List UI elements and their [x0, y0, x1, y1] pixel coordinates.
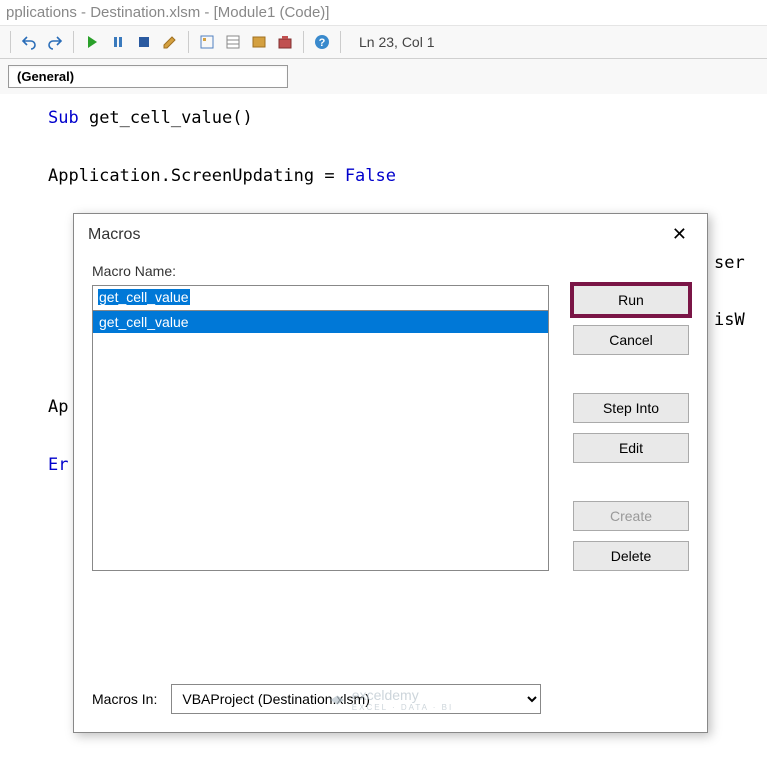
stop-icon[interactable] — [132, 30, 156, 54]
code-text: Application.ScreenUpdating = — [48, 166, 345, 186]
step-into-button[interactable]: Step Into — [573, 393, 689, 423]
properties-icon[interactable] — [221, 30, 245, 54]
cursor-position: Ln 23, Col 1 — [359, 34, 435, 50]
design-mode-icon[interactable] — [158, 30, 182, 54]
object-dropdown[interactable]: (General) — [8, 65, 288, 88]
macro-name-label: Macro Name: — [92, 263, 689, 279]
toolbar: ? Ln 23, Col 1 — [0, 26, 767, 59]
dialog-title: Macros — [88, 226, 140, 244]
redo-icon[interactable] — [43, 30, 67, 54]
cancel-button[interactable]: Cancel — [573, 325, 689, 355]
run-icon[interactable] — [80, 30, 104, 54]
close-icon[interactable]: ✕ — [666, 224, 693, 245]
object-dropdown-bar: (General) — [0, 59, 767, 94]
code-text: Ap — [48, 397, 68, 417]
code-editor[interactable]: Sub get_cell_value() Application.ScreenU… — [0, 94, 767, 201]
divider — [73, 31, 74, 53]
window-title: pplications - Destination.xlsm - [Module… — [0, 0, 767, 26]
macro-list[interactable]: get_cell_value — [92, 311, 549, 571]
undo-icon[interactable] — [17, 30, 41, 54]
toolbox-icon[interactable] — [273, 30, 297, 54]
svg-text:?: ? — [319, 37, 326, 49]
code-text: ser — [714, 253, 745, 273]
macros-in-label: Macros In: — [92, 691, 157, 707]
code-text: isW — [714, 310, 745, 330]
divider — [188, 31, 189, 53]
code-keyword: False — [345, 166, 396, 186]
help-icon[interactable]: ? — [310, 30, 334, 54]
divider — [10, 31, 11, 53]
code-text: get_cell_value() — [79, 108, 253, 128]
object-browser-icon[interactable] — [247, 30, 271, 54]
macro-name-input[interactable]: get_cell_value — [92, 285, 549, 311]
watermark: exceldemy EXCEL · DATA · BI — [328, 687, 453, 712]
code-keyword: Sub — [48, 108, 79, 128]
macros-dialog: Macros ✕ Macro Name: get_cell_value get_… — [73, 213, 708, 733]
macro-list-item[interactable]: get_cell_value — [93, 311, 548, 333]
project-explorer-icon[interactable] — [195, 30, 219, 54]
divider — [303, 31, 304, 53]
edit-button[interactable]: Edit — [573, 433, 689, 463]
code-keyword: Er — [48, 455, 68, 475]
run-button[interactable]: Run — [573, 285, 689, 315]
divider — [340, 31, 341, 53]
pause-icon[interactable] — [106, 30, 130, 54]
delete-button[interactable]: Delete — [573, 541, 689, 571]
dialog-titlebar: Macros ✕ — [74, 214, 707, 253]
create-button: Create — [573, 501, 689, 531]
